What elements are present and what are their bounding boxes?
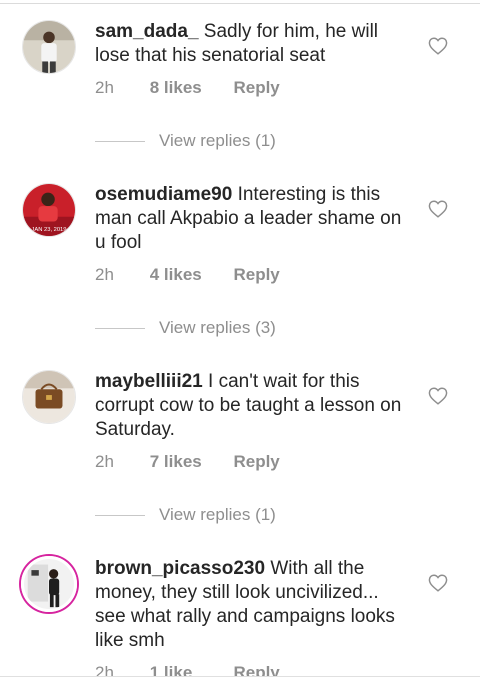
comment-username[interactable]: osemudiame90 <box>95 184 232 205</box>
avatar[interactable]: JAN 23, 2019 <box>22 183 76 237</box>
view-replies[interactable]: View replies (1) <box>95 129 276 153</box>
avatar[interactable] <box>22 20 76 74</box>
comments-list: sam_dada_ Sadly for him, he will lose th… <box>0 0 480 688</box>
heart-icon[interactable] <box>428 37 448 55</box>
comment-text: brown_picasso230 With all the money, the… <box>95 557 413 653</box>
replies-divider <box>95 140 145 142</box>
comment-meta: 2h 8 likes Reply <box>95 78 280 98</box>
comment-time: 2h <box>95 265 114 284</box>
comment-username[interactable]: sam_dada_ <box>95 21 199 42</box>
comment-time: 2h <box>95 452 114 471</box>
view-replies-label[interactable]: View replies (3) <box>159 318 276 338</box>
heart-icon[interactable] <box>428 200 448 218</box>
comment-meta: 2h 4 likes Reply <box>95 265 280 285</box>
view-replies-label[interactable]: View replies (1) <box>159 131 276 151</box>
replies-divider <box>95 514 145 516</box>
comment-meta: 2h 7 likes Reply <box>95 452 280 472</box>
reply-button[interactable]: Reply <box>233 78 279 98</box>
likes-count[interactable]: 7 likes <box>150 452 229 472</box>
view-replies-label[interactable]: View replies (1) <box>159 505 276 525</box>
heart-icon[interactable] <box>428 574 448 592</box>
comment-input-bar <box>0 676 480 689</box>
likes-count[interactable]: 4 likes <box>150 265 229 285</box>
heart-icon[interactable] <box>428 387 448 405</box>
comment-username[interactable]: maybelliii21 <box>95 371 203 392</box>
view-replies[interactable]: View replies (3) <box>95 316 276 340</box>
view-replies[interactable]: View replies (1) <box>95 503 276 527</box>
replies-divider <box>95 327 145 329</box>
comment-time: 2h <box>95 78 114 97</box>
avatar-caption: JAN 23, 2019 <box>32 227 67 233</box>
avatar[interactable] <box>22 370 76 424</box>
reply-button[interactable]: Reply <box>233 452 279 472</box>
comment-text: maybelliii21 I can't wait for this corru… <box>95 370 413 442</box>
comment-text: sam_dada_ Sadly for him, he will lose th… <box>95 20 413 68</box>
comment-username[interactable]: brown_picasso230 <box>95 558 265 579</box>
reply-button[interactable]: Reply <box>233 265 279 285</box>
avatar[interactable] <box>21 556 77 612</box>
comment-text: osemudiame90 Interesting is this man cal… <box>95 183 413 255</box>
likes-count[interactable]: 8 likes <box>150 78 229 98</box>
